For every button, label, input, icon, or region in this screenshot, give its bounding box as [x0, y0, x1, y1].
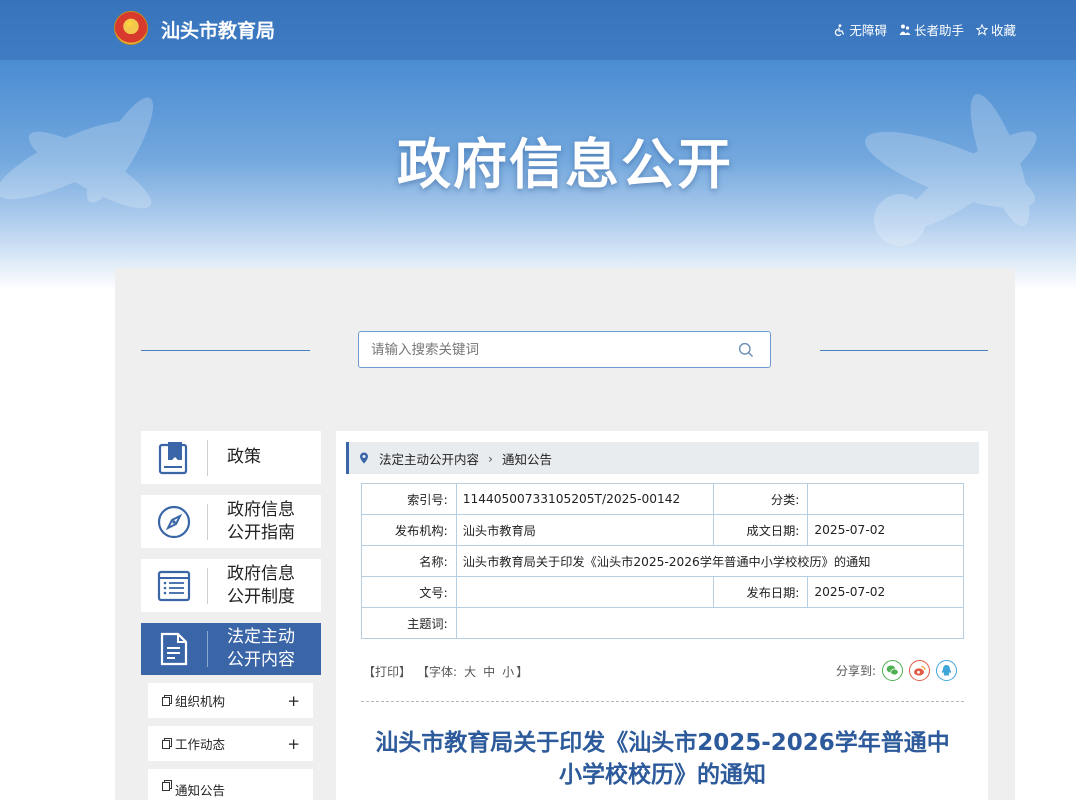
expand-icon[interactable]: +: [287, 735, 300, 753]
sub-item-label: 通知公告: [175, 783, 226, 798]
subject-label: 主题词:: [361, 607, 457, 639]
written-date-value: 2025-07-02: [807, 514, 964, 546]
sidebar-item-label: 法定主动 公开内容: [227, 627, 295, 670]
compass-icon: [157, 505, 191, 538]
location-pin-icon: [360, 452, 368, 464]
font-small-button[interactable]: 小: [502, 663, 514, 680]
font-large-button[interactable]: 大: [464, 663, 476, 680]
document-title: 汕头市教育局关于印发《汕头市2025-2026学年普通中 小学校校历》的通知: [361, 727, 964, 791]
content-divider: [361, 701, 964, 702]
category-label: 分类:: [712, 483, 809, 515]
search-divider-left: [141, 350, 310, 351]
national-emblem-logo[interactable]: ★: [114, 11, 148, 45]
document-small-icon: [162, 695, 172, 706]
document-small-icon: [162, 780, 172, 791]
document-title-line-2: 小学校校历》的通知: [559, 762, 766, 788]
breadcrumb: 法定主动公开内容 › 通知公告: [346, 442, 979, 474]
search-icon[interactable]: [738, 342, 754, 358]
elder-assist-icon: [899, 24, 911, 35]
accessibility-icon: [835, 23, 845, 36]
sidebar-item-disclosure-guide[interactable]: 政府信息 公开指南: [141, 495, 321, 548]
expand-icon[interactable]: +: [287, 692, 300, 710]
sidebar-sub-item-organization[interactable]: 组织机构 +: [148, 683, 313, 718]
breadcrumb-item-statutory[interactable]: 法定主动公开内容: [379, 449, 479, 468]
index-label: 索引号:: [361, 483, 457, 515]
breadcrumb-separator: ›: [488, 450, 494, 466]
print-button[interactable]: 【打印】: [363, 663, 411, 680]
search-box: [358, 331, 771, 368]
breadcrumb-item-notices[interactable]: 通知公告: [502, 449, 552, 468]
publisher-label: 发布机构:: [361, 514, 457, 546]
accessibility-label: 无障碍: [849, 23, 887, 38]
document-icon: [160, 632, 188, 666]
hero-banner: ★ 汕头市教育局 无障碍 长者助手 收藏 政府信息公开: [0, 0, 1076, 290]
table-row: 索引号: 11440500733105205T/2025-00142 分类:: [361, 483, 964, 515]
table-row: 文号: 发布日期: 2025-07-02: [361, 576, 964, 608]
font-medium-button[interactable]: 中: [483, 663, 495, 680]
sidebar-item-label: 政府信息 公开制度: [227, 563, 295, 607]
search-input[interactable]: [359, 332, 719, 367]
sidebar-item-label: 政策: [227, 447, 261, 467]
search-divider-right: [820, 350, 988, 351]
sidebar-sub-item-work-news[interactable]: 工作动态 +: [148, 726, 313, 761]
font-size-prefix: 【字体:: [417, 665, 458, 679]
doc-number-label: 文号:: [361, 576, 457, 608]
share-bar: 分享到:: [836, 660, 958, 681]
document-title-line-1: 汕头市教育局关于印发《汕头市2025-2026学年普通中: [375, 730, 950, 756]
written-date-label: 成文日期:: [712, 514, 809, 546]
weibo-icon: [914, 665, 926, 676]
publish-date-label: 发布日期:: [712, 576, 809, 608]
qq-icon: [942, 665, 952, 676]
wechat-icon: [886, 665, 899, 676]
hero-title: 政府信息公开: [397, 133, 733, 196]
publish-date-value: 2025-07-02: [807, 576, 964, 608]
name-value: 汕头市教育局关于印发《汕头市2025-2026学年普通中小学校校历》的通知: [455, 545, 965, 577]
index-value: 11440500733105205T/2025-00142: [455, 483, 714, 515]
list-document-icon: [157, 570, 191, 601]
favorite-link[interactable]: 收藏: [975, 20, 1016, 39]
sidebar-item-label: 政府信息 公开指南: [227, 499, 295, 543]
name-label: 名称:: [361, 545, 457, 577]
share-qq-button[interactable]: [936, 660, 958, 681]
site-name[interactable]: 汕头市教育局: [161, 16, 275, 43]
share-label: 分享到:: [836, 664, 877, 678]
doc-number-value: [455, 576, 714, 608]
sub-item-label: 组织机构: [175, 694, 226, 709]
table-row: 发布机构: 汕头市教育局 成文日期: 2025-07-02: [361, 514, 964, 546]
font-size-suffix: 】: [516, 665, 529, 679]
subject-value: [455, 607, 965, 639]
table-row: 名称: 汕头市教育局关于印发《汕头市2025-2026学年普通中小学校校历》的通…: [361, 545, 965, 577]
sidebar-item-statutory-content[interactable]: 法定主动 公开内容: [141, 623, 321, 675]
star-icon: [975, 23, 988, 36]
document-meta-table: 索引号: 11440500733105205T/2025-00142 分类: 发…: [361, 483, 965, 639]
policy-book-icon: [158, 441, 188, 474]
elder-assist-link[interactable]: 长者助手: [899, 20, 964, 39]
sidebar-item-disclosure-system[interactable]: 政府信息 公开制度: [141, 559, 321, 612]
article-tools: 【打印】 【字体: 大 中 小 】: [363, 663, 528, 680]
document-small-icon: [162, 738, 172, 749]
sidebar-item-policy[interactable]: 政策: [141, 431, 321, 484]
category-value: [807, 483, 964, 515]
top-links: 无障碍 长者助手 收藏: [834, 20, 1016, 39]
elder-assist-label: 长者助手: [913, 23, 964, 38]
share-weibo-button[interactable]: [909, 660, 931, 681]
publisher-value: 汕头市教育局: [455, 514, 714, 546]
favorite-label: 收藏: [990, 23, 1016, 38]
sub-item-label: 工作动态: [175, 737, 226, 752]
sidebar-sub-item-notices[interactable]: 通知公告: [148, 769, 313, 800]
share-wechat-button[interactable]: [882, 660, 904, 681]
accessibility-link[interactable]: 无障碍: [834, 20, 887, 39]
table-row: 主题词:: [361, 607, 965, 639]
